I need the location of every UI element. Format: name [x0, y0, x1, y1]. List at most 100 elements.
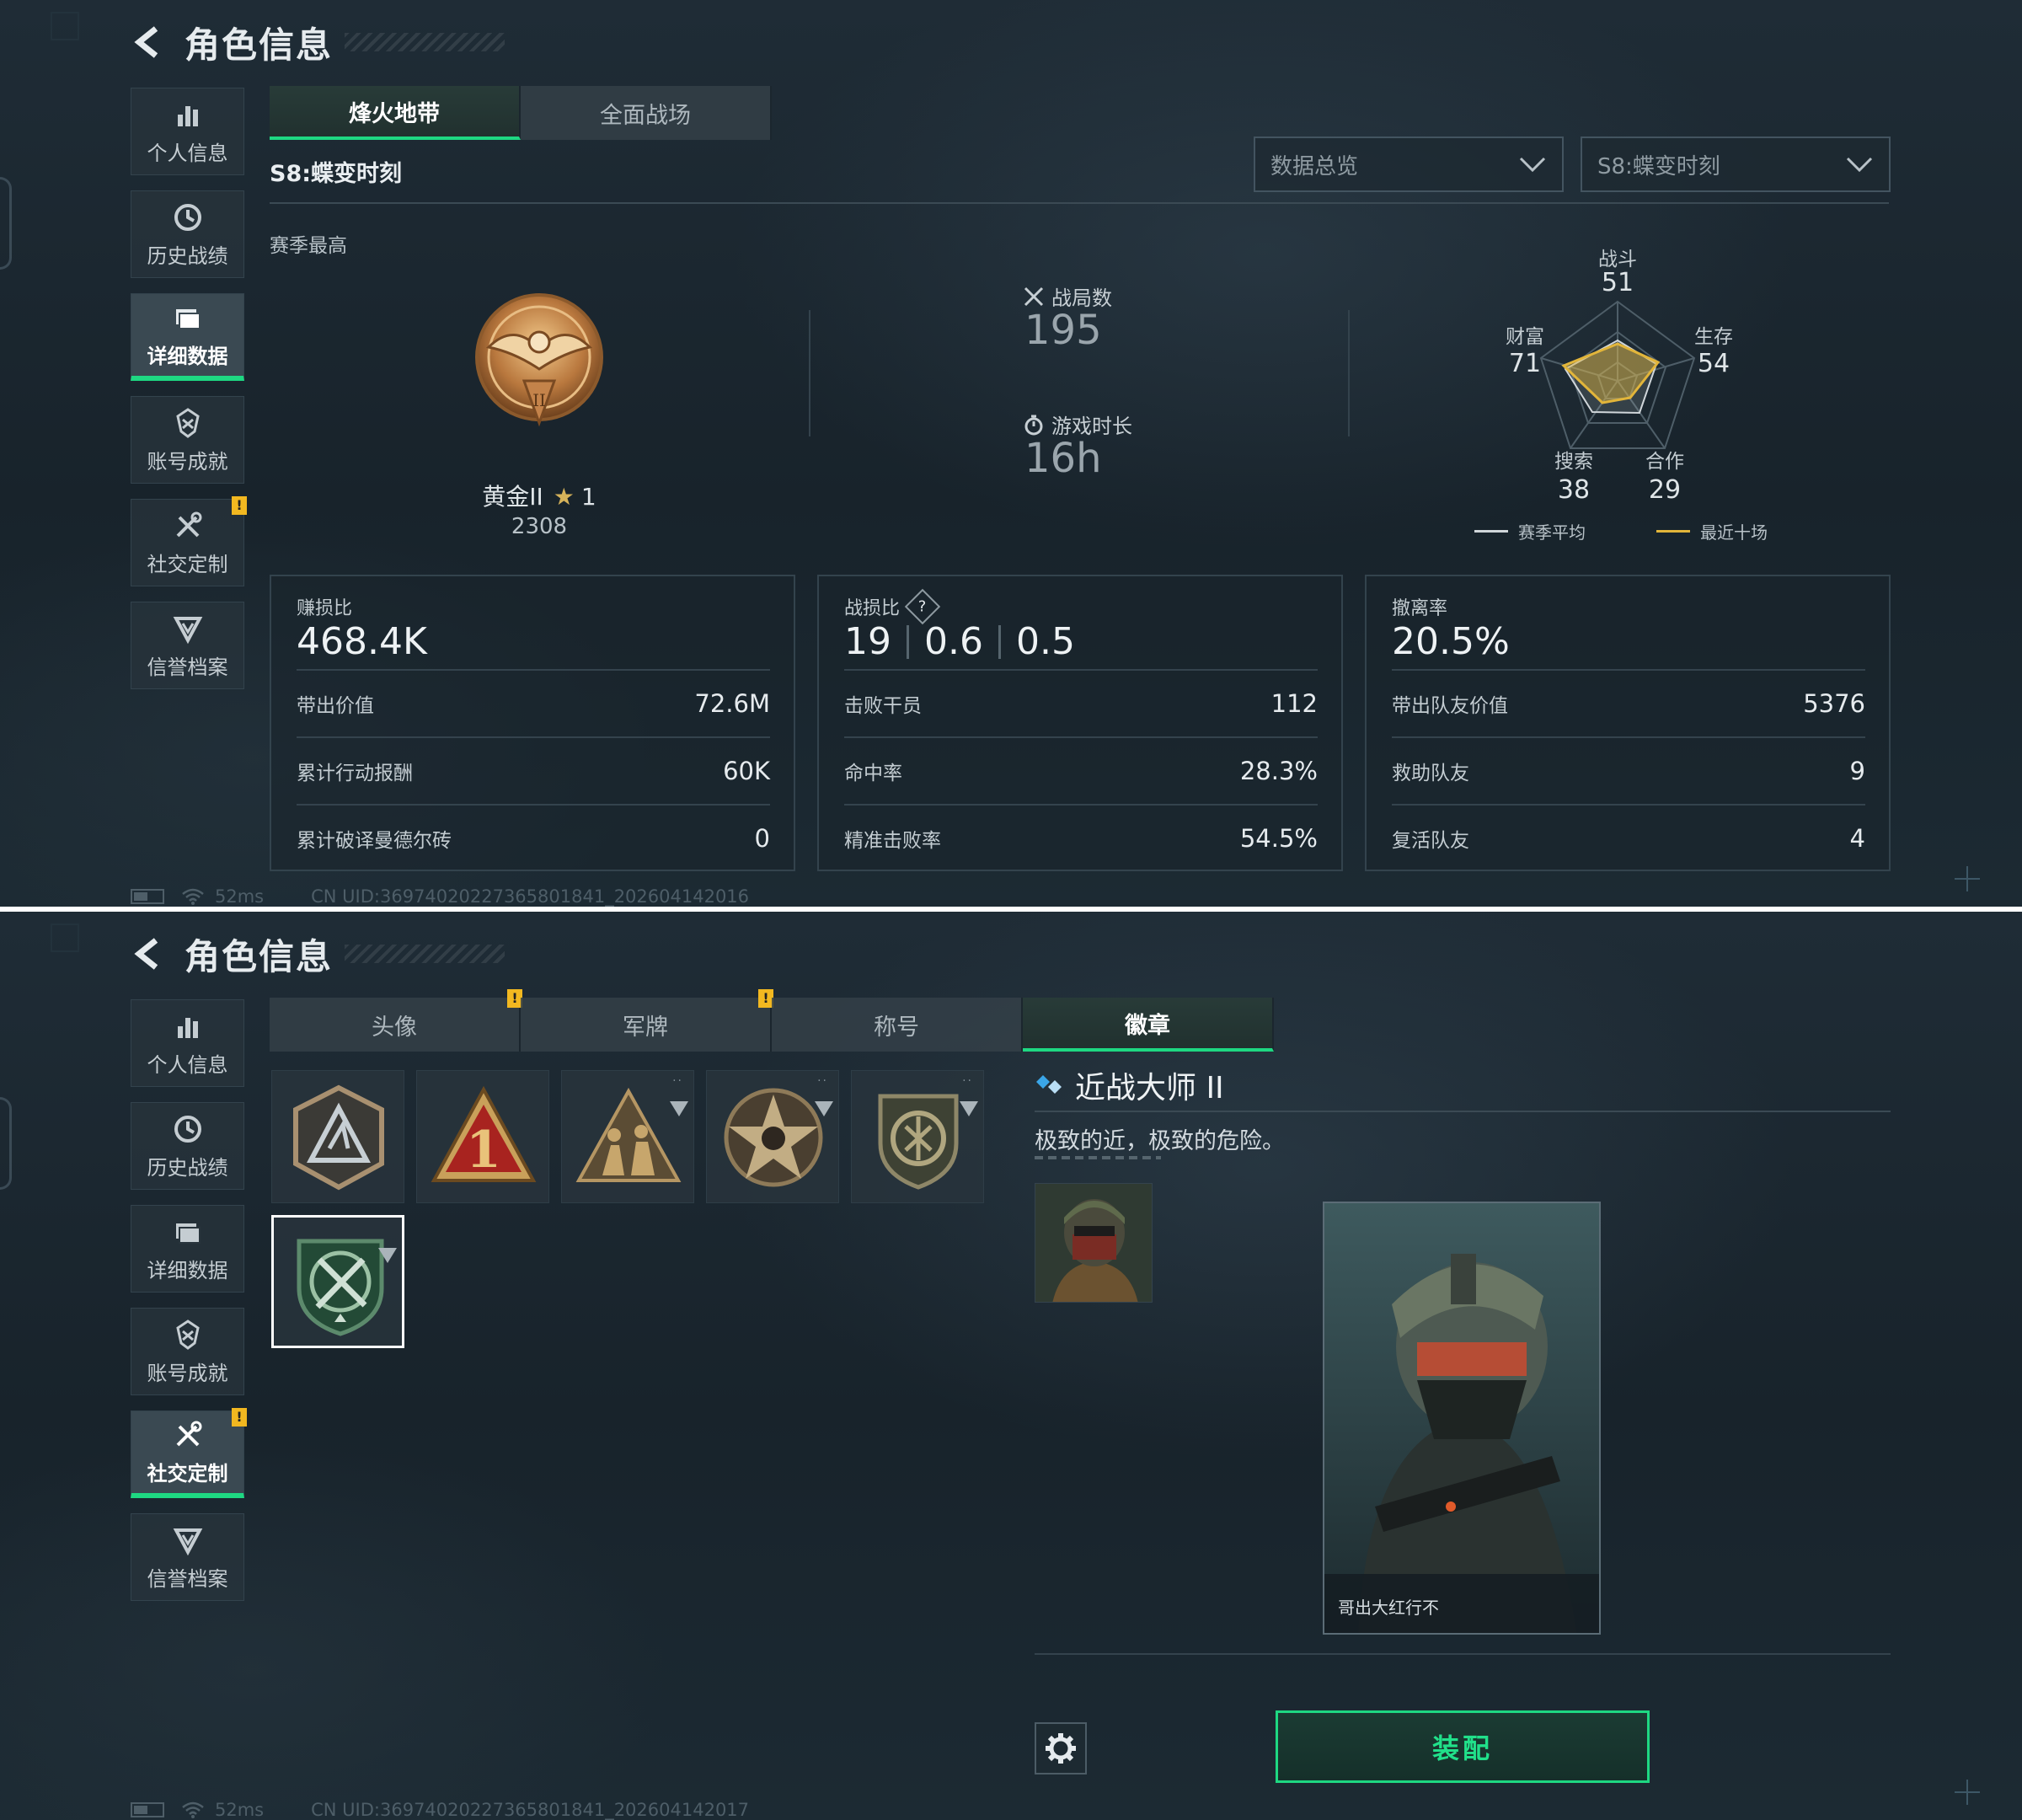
data-view-dropdown[interactable]: 数据总览	[1254, 136, 1564, 192]
sidebar-item-social-custom[interactable]: 社交定制 !	[131, 496, 247, 586]
star-icon: ★	[553, 483, 575, 511]
help-icon[interactable]: ?	[904, 588, 941, 625]
tab-hazard-zone[interactable]: 烽火地带	[270, 86, 521, 140]
card-main-value: 20.5%	[1392, 620, 1510, 663]
matches-value: 195	[1024, 307, 1102, 354]
rank-score: 2308	[511, 514, 568, 539]
sidebar-item-achievements[interactable]: 账号成就	[131, 1308, 244, 1395]
stat-label: 带出队友价值	[1392, 695, 1508, 717]
gold-eagle-medal-icon: II	[475, 293, 603, 427]
sidebar-item-label: 社交定制	[147, 552, 228, 576]
radar-axis-combat: 战斗	[1598, 249, 1637, 270]
sidebar-item-credit-record[interactable]: 信誉档案	[131, 602, 244, 689]
sidebar-item-detailed-data[interactable]: 详细数据	[131, 293, 244, 381]
uid-text: CN UID:369740202273658​01841_20260414201…	[311, 886, 750, 907]
gear-icon	[1046, 1733, 1076, 1764]
badge-tile-selected[interactable]	[271, 1215, 404, 1348]
sidebar-item-history[interactable]: 历史战绩	[131, 190, 244, 278]
soldier-portrait-icon	[1035, 1184, 1152, 1302]
badge-tile[interactable]	[271, 1070, 404, 1203]
tab-badge[interactable]: 徽章	[1023, 998, 1274, 1052]
badge-tile[interactable]: ··	[851, 1070, 984, 1203]
sidebar-item-profile[interactable]: 个人信息	[131, 999, 244, 1087]
sidebar-item-achievements[interactable]: 账号成就	[131, 396, 244, 484]
clock-icon	[174, 1115, 201, 1143]
title-decoration	[345, 945, 506, 963]
value-separator	[998, 624, 1001, 659]
equip-button[interactable]: 装配	[1276, 1710, 1650, 1783]
sidebar-item-label: 历史战绩	[147, 1155, 228, 1180]
stat-row: 累计破译曼德尔砖 0	[297, 804, 770, 871]
radar-value-combat: 51	[1601, 268, 1634, 297]
status-bar: 52ms CN UID:369740202273658​01841_202604…	[131, 886, 749, 907]
sidebar-item-social-custom[interactable]: 社交定制 !	[131, 1408, 247, 1498]
sidebar-item-detailed-data[interactable]: 详细数据	[131, 1205, 244, 1293]
stat-label: 命中率	[844, 763, 902, 784]
badge-detail-title: 近战大师 II	[1035, 1063, 1224, 1107]
badge-tile[interactable]: ··	[706, 1070, 839, 1203]
card-main-value: 468.4K	[297, 620, 427, 663]
dropdown-value: S8:蝶变时刻	[1597, 153, 1720, 179]
battery-icon	[131, 889, 164, 904]
extraction-rate: 20.5%	[1392, 620, 1510, 663]
clock-icon	[174, 203, 201, 231]
stopwatch-icon	[1024, 415, 1043, 435]
legend-label: 最近十场	[1700, 522, 1768, 543]
corner-frame	[51, 923, 79, 952]
settings-button[interactable]	[1035, 1722, 1087, 1774]
rank-stars: 1	[580, 483, 596, 511]
sidebar-item-history[interactable]: 历史战绩	[131, 1102, 244, 1190]
crosshair-decoration	[1955, 1780, 1980, 1805]
ping: 52ms	[215, 886, 265, 907]
radar-value-cooperation: 29	[1648, 475, 1682, 505]
page-title: 角色信息	[185, 935, 334, 977]
description-underline	[1035, 1156, 1161, 1159]
stat-label: 带出价值	[297, 695, 374, 717]
folder-icon	[175, 309, 201, 329]
stat-value: 112	[1270, 689, 1318, 718]
star-skull-badge-icon	[724, 1088, 823, 1187]
stat-value: 28.3%	[1239, 757, 1318, 785]
page-title: 角色信息	[185, 24, 334, 66]
kd-value-1: 19	[844, 620, 891, 663]
season-dropdown[interactable]: S8:蝶变时刻	[1581, 136, 1891, 192]
edge-handle	[0, 1097, 12, 1190]
sidebar-item-label: 详细数据	[147, 345, 228, 368]
badge-tile[interactable]: ··	[561, 1070, 694, 1203]
stat-row: 带出队友价值 5376	[1392, 669, 1865, 736]
custom-tabs: 头像! 军牌! 称号 徽章	[270, 989, 1274, 1052]
edge-handle	[0, 177, 12, 270]
legend-label: 赛季平均	[1518, 522, 1586, 543]
tab-title[interactable]: 称号	[772, 998, 1023, 1052]
soldiers-triangle-badge-icon	[575, 1087, 682, 1182]
radar-value-wealth: 71	[1508, 349, 1542, 378]
diamond-icon	[1036, 1075, 1062, 1094]
rank-tier: 黄金II ★ 1	[438, 479, 640, 512]
sidebar-item-label: 信誉档案	[147, 1566, 228, 1591]
sidebar-item-profile[interactable]: 个人信息	[131, 88, 244, 175]
stat-row: 带出价值 72.6M	[297, 669, 770, 736]
stat-value: 72.6M	[694, 689, 770, 718]
sidebar-item-credit-record[interactable]: 信誉档案	[131, 1513, 244, 1601]
radar-axis-cooperation: 合作	[1645, 451, 1684, 473]
tab-dog-tag[interactable]: 军牌!	[521, 989, 773, 1052]
stat-value: 4	[1849, 824, 1865, 853]
kd-value-3: 0.5	[1015, 620, 1075, 663]
ability-radar: 战斗 51 生存 54 合作 29 搜索 38 财富 71	[1466, 238, 1837, 549]
red-triangle-one-badge-icon: 1	[431, 1085, 537, 1182]
tools-icon	[176, 511, 201, 537]
stat-row: 精准击败率 54.5%	[844, 804, 1318, 871]
card-main-value: 19 0.6 0.5	[844, 620, 1075, 663]
dropdown-value: 数据总览	[1270, 153, 1359, 179]
page-header: 角色信息	[131, 17, 506, 67]
profit-loss-ratio: 468.4K	[297, 620, 427, 663]
legend-swatch	[1474, 530, 1508, 533]
tab-avatar[interactable]: 头像!	[270, 989, 522, 1052]
back-arrow-icon[interactable]	[131, 24, 168, 61]
chevron-down-icon	[1846, 157, 1873, 173]
back-arrow-icon[interactable]	[131, 935, 168, 972]
tab-full-battlefield[interactable]: 全面战场	[521, 86, 772, 140]
stat-row: 击败干员 112	[844, 669, 1318, 736]
tab-label: 军牌	[623, 1014, 668, 1041]
badge-tile[interactable]: 1	[416, 1070, 549, 1203]
